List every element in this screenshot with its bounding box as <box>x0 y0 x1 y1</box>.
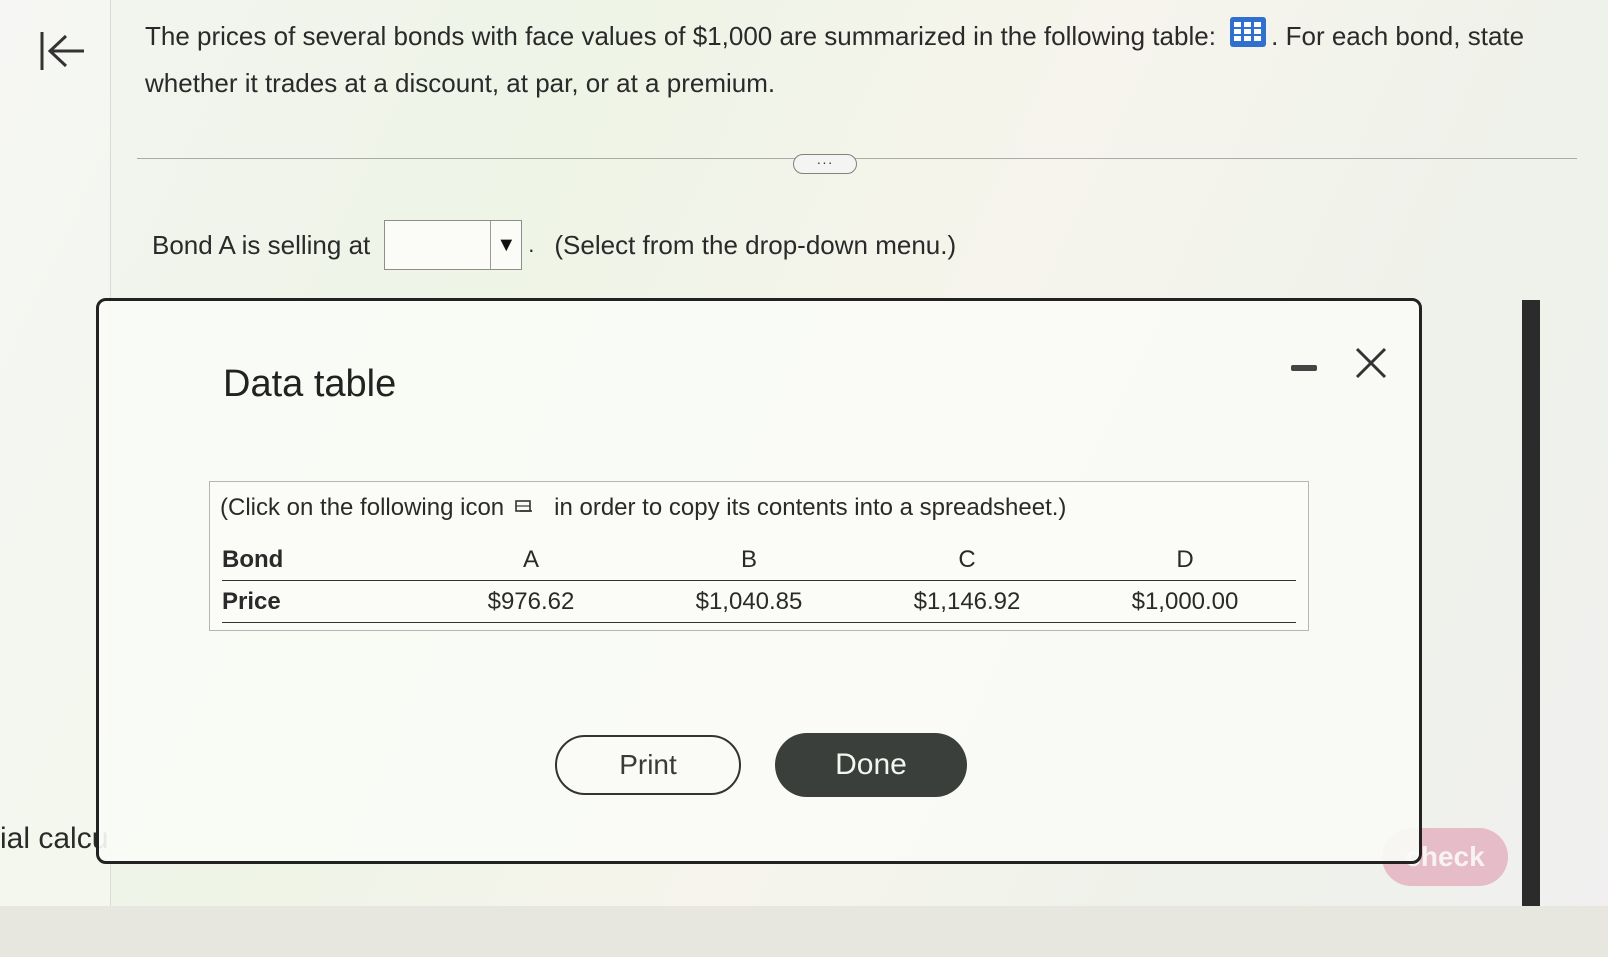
copy-to-spreadsheet-icon[interactable] <box>514 494 534 522</box>
back-arrow-icon <box>40 32 84 70</box>
bond-a-header: A <box>522 546 539 573</box>
bond-d-header: D <box>1176 546 1194 573</box>
close-icon <box>1355 347 1387 379</box>
data-table-dialog: Data table (Click on the following icon … <box>96 298 1422 864</box>
dropdown-hint: (Select from the drop-down menu.) <box>554 229 957 260</box>
answer-prefix: Bond A is selling at <box>152 229 371 260</box>
bond-a-price: $976.62 <box>487 588 575 615</box>
bond-c-header: C <box>958 546 976 573</box>
data-table-container: (Click on the following icon in order to… <box>209 481 1309 631</box>
close-button[interactable] <box>1353 345 1389 381</box>
copy-instruction: (Click on the following icon in order to… <box>220 494 1066 522</box>
print-button[interactable]: Print <box>555 735 741 795</box>
dropdown-arrow-icon: ▼ <box>490 221 521 269</box>
minimize-button[interactable] <box>1291 363 1321 373</box>
table-header-row: Bond A B C D <box>222 540 1296 581</box>
bond-b-header: B <box>740 546 757 573</box>
bond-b-price: $1,040.85 <box>695 588 803 615</box>
answer-line: Bond A is selling at ▼ . (Select from th… <box>152 220 956 270</box>
table-price-row: Price $976.62 $1,040.85 $1,146.92 $1,000… <box>222 582 1296 623</box>
dialog-title: Data table <box>223 363 397 405</box>
question-text-part1: The prices of several bonds with face va… <box>145 21 1216 51</box>
copy-instruction-part2: in order to copy its contents into a spr… <box>554 494 1067 521</box>
bond-c-price: $1,146.92 <box>913 588 1021 615</box>
expand-content-button[interactable]: ··· <box>793 154 857 174</box>
section-divider <box>137 158 1577 159</box>
background-left-label: ial calcu <box>0 822 109 855</box>
answer-period: . <box>528 232 535 257</box>
question-text: The prices of several bonds with face va… <box>145 14 1565 105</box>
row-label-bond: Bond <box>222 546 284 573</box>
row-label-price: Price <box>222 588 281 615</box>
back-to-start-button[interactable] <box>34 26 90 76</box>
bond-a-dropdown[interactable]: ▼ <box>384 220 523 270</box>
right-edge-bar <box>1522 300 1540 910</box>
copy-instruction-part1: (Click on the following icon <box>220 494 505 521</box>
bottom-strip <box>0 906 1608 957</box>
left-nav-strip <box>0 0 111 957</box>
spreadsheet-copy-icon <box>515 500 533 512</box>
bond-d-price: $1,000.00 <box>1131 588 1239 615</box>
data-table-icon[interactable] <box>1229 16 1267 61</box>
minimize-icon <box>1291 365 1317 371</box>
done-button[interactable]: Done <box>775 733 967 797</box>
table-grid-icon <box>1230 16 1267 47</box>
